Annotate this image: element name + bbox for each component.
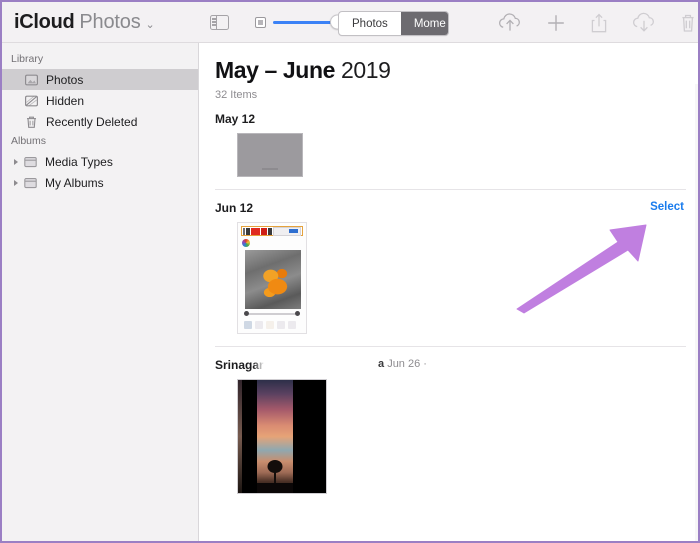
toolbar-actions — [497, 8, 697, 38]
hidden-icon — [24, 94, 39, 108]
segment-moments[interactable]: Mome — [400, 12, 448, 35]
scrollbar-gutter[interactable] — [695, 84, 698, 541]
segment-photos[interactable]: Photos — [339, 12, 401, 35]
delete-icon[interactable] — [679, 8, 697, 38]
thumbnail-row — [215, 222, 698, 346]
photo-thumbnail-editor-screenshot[interactable] — [237, 222, 307, 334]
folder-icon — [23, 176, 38, 190]
item-count-label: 32 Items — [215, 89, 258, 101]
brand-photos-label: Photos — [79, 10, 141, 33]
section-header: May 12 — [215, 101, 698, 133]
photo-thumbnail-sunset[interactable] — [237, 379, 327, 494]
slider-track[interactable] — [272, 14, 345, 30]
editor-toolbar-graphic — [241, 226, 303, 236]
icloud-photos-window: iCloud Photos ⌄ Photos Mome Library Phot… — [0, 0, 700, 543]
section-header: Jun 12 Select — [215, 190, 698, 222]
page-title: May – June 2019 — [215, 57, 698, 84]
add-icon[interactable] — [545, 8, 567, 38]
view-mode-segmented-control[interactable]: Photos Mome — [338, 11, 449, 36]
sidebar-item-hidden-label: Hidden — [46, 93, 85, 108]
moment-section-may-12: May 12 — [200, 101, 698, 189]
app-brand[interactable]: iCloud Photos ⌄ — [14, 11, 155, 34]
brand-icloud-label: iCloud — [14, 10, 75, 33]
sunset-left-edge — [238, 380, 242, 493]
photo-thumbnail-placeholder[interactable] — [237, 133, 303, 177]
page-header: May – June 2019 32 Items — [200, 43, 698, 101]
editor-tool-row-graphic — [244, 320, 300, 329]
sidebar: Library Photos Hidden Recently Deleted A… — [2, 43, 199, 541]
sidebar-item-my-albums[interactable]: My Albums — [2, 172, 198, 193]
sidebar-item-hidden[interactable]: Hidden — [2, 90, 198, 111]
sidebar-toggle-button[interactable] — [207, 7, 233, 37]
section-meta-date: Jun 26 · — [387, 358, 427, 370]
sidebar-group-library-title: Library — [11, 53, 44, 65]
sidebar-panel-icon — [210, 14, 230, 30]
sidebar-item-recently-deleted[interactable]: Recently Deleted — [2, 111, 198, 132]
upload-icon[interactable] — [497, 8, 523, 38]
sunset-sky — [257, 380, 294, 493]
small-thumbnail-icon[interactable] — [254, 16, 266, 28]
sidebar-item-photos-label: Photos — [46, 72, 84, 87]
section-title-jun-12[interactable]: Jun 12 — [215, 201, 253, 215]
select-link[interactable]: Select — [650, 201, 684, 213]
share-icon[interactable] — [589, 8, 609, 38]
ground-silhouette — [257, 482, 294, 493]
page-title-year: 2019 — [341, 57, 391, 83]
download-icon[interactable] — [631, 8, 657, 38]
photos-icon — [24, 73, 39, 87]
sidebar-group-albums-title: Albums — [11, 135, 47, 147]
section-title-may-12[interactable]: May 12 — [215, 112, 255, 126]
chevron-right-icon[interactable] — [10, 158, 22, 165]
section-meta-srinagar: a Jun 26 · — [378, 358, 427, 370]
thumbnail-row — [215, 133, 698, 189]
chevron-right-icon[interactable] — [10, 179, 22, 186]
trash-icon — [24, 115, 39, 129]
tree-silhouette — [267, 459, 283, 473]
moment-section-jun-12: Jun 12 Select — [200, 190, 698, 346]
sidebar-item-media-types-label: Media Types — [45, 154, 113, 169]
section-meta-lead: a — [378, 358, 385, 370]
folder-icon — [23, 155, 38, 169]
sidebar-item-media-types[interactable]: Media Types — [2, 151, 198, 172]
section-title-srinagar[interactable]: Srinagar — [215, 358, 264, 372]
color-wheel-icon — [242, 239, 250, 247]
thumbnail-row — [215, 379, 698, 506]
moment-section-srinagar: Srinagar a Jun 26 · — [200, 347, 698, 506]
photo-grid-content: May – June 2019 32 Items May 12 Jun 12 S… — [200, 43, 698, 541]
editor-slider-graphic — [244, 311, 300, 316]
orange-flowers-photo — [245, 250, 301, 309]
sidebar-item-photos[interactable]: Photos — [2, 69, 198, 90]
sidebar-item-recently-deleted-label: Recently Deleted — [46, 114, 138, 129]
placeholder-line — [262, 168, 278, 170]
section-header: Srinagar a Jun 26 · — [215, 347, 698, 379]
page-title-range: May – June — [215, 57, 335, 83]
toolbar: iCloud Photos ⌄ Photos Mome — [2, 2, 698, 43]
sidebar-item-my-albums-label: My Albums — [45, 175, 104, 190]
chevron-down-icon[interactable]: ⌄ — [146, 18, 155, 31]
